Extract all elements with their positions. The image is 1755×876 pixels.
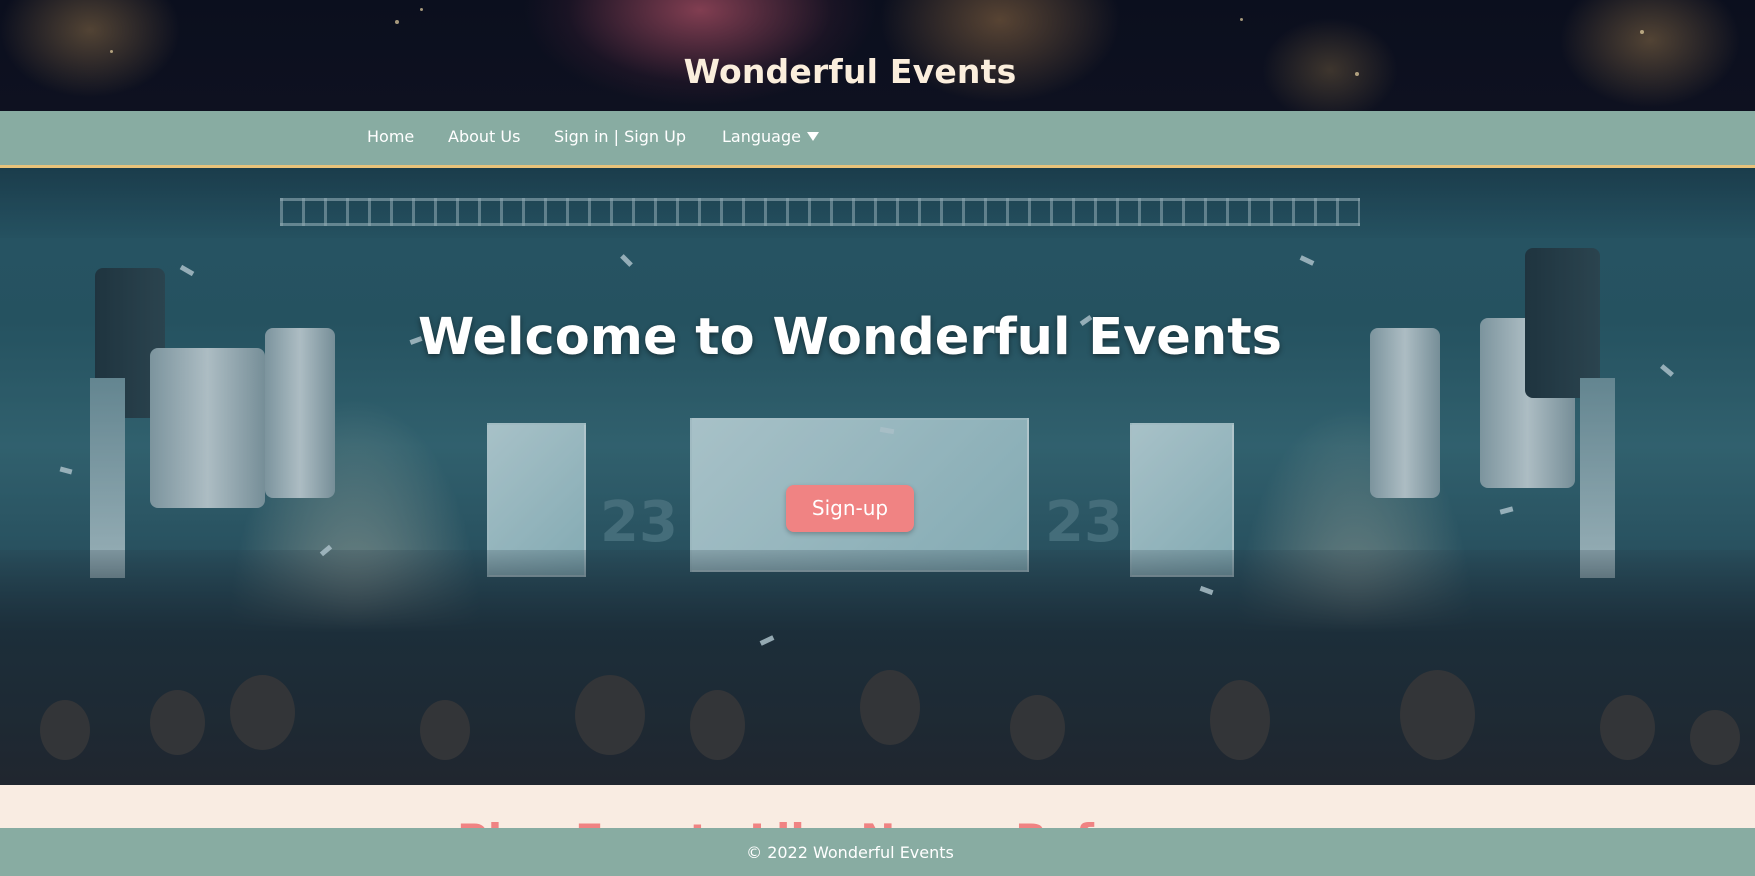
nav-about-us[interactable]: About Us	[448, 127, 520, 146]
section-heading: Plan Events Like Never Before	[457, 815, 1172, 828]
hero-overlay	[0, 168, 1755, 785]
nav-sign-in-sign-up[interactable]: Sign in | Sign Up	[554, 127, 686, 146]
firework-spark	[1640, 30, 1644, 34]
chevron-down-icon	[806, 132, 819, 141]
main-navbar: Home About Us Sign in | Sign Up Language	[0, 111, 1755, 168]
hero-title: Welcome to Wonderful Events	[418, 308, 1282, 367]
nav-home[interactable]: Home	[367, 127, 414, 146]
hero-section: 23 23 Welcome to Wonderful Events Sign-u…	[0, 168, 1755, 785]
site-title: Wonderful Events	[683, 52, 1017, 91]
nav-language-dropdown[interactable]: Language	[722, 127, 819, 146]
features-section: Plan Events Like Never Before	[0, 785, 1755, 828]
header-banner: Wonderful Events	[0, 0, 1755, 111]
nav-language-label: Language	[722, 127, 801, 146]
firework-spark	[395, 20, 399, 24]
signup-button[interactable]: Sign-up	[786, 485, 914, 532]
firework-spark	[1240, 18, 1243, 21]
firework-spark	[420, 8, 423, 11]
footer: © 2022 Wonderful Events	[0, 828, 1755, 876]
footer-copyright: © 2022 Wonderful Events	[746, 843, 954, 862]
page: Wonderful Events Home About Us Sign in |…	[0, 0, 1755, 876]
